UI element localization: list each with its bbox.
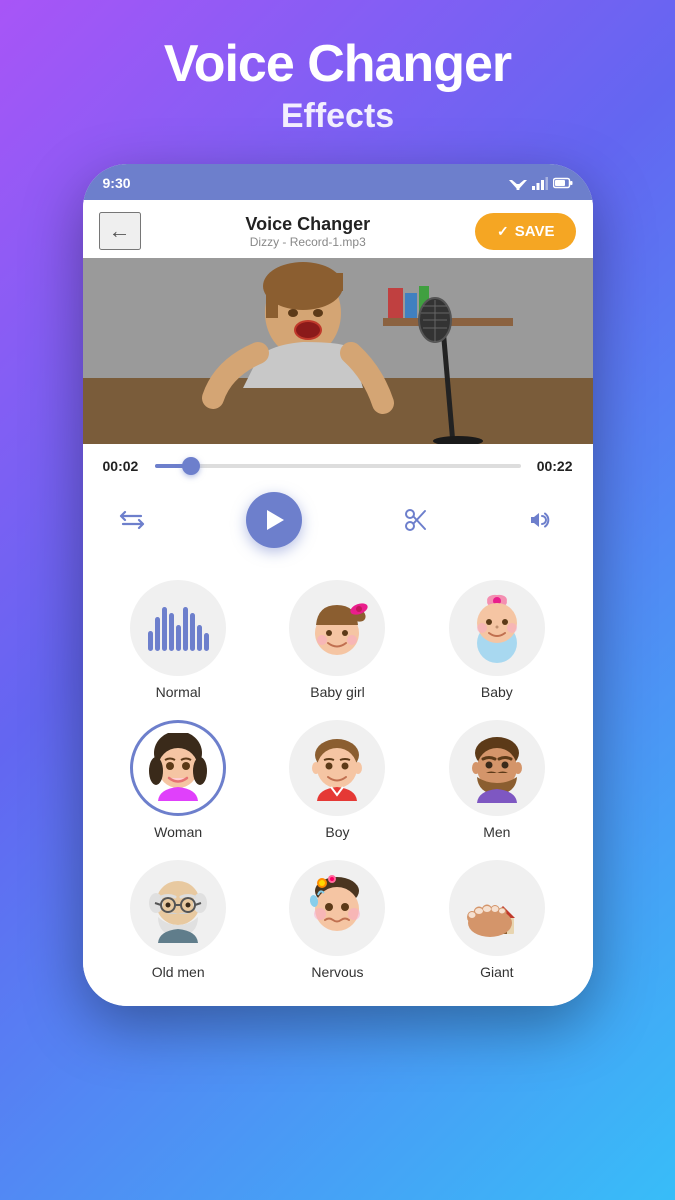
effect-nervous[interactable]: Nervous bbox=[258, 850, 417, 990]
battery-icon bbox=[553, 177, 573, 189]
effect-boy[interactable]: Boy bbox=[258, 710, 417, 850]
effect-giant[interactable]: Giant bbox=[417, 850, 576, 990]
normal-icon-wrap bbox=[130, 580, 226, 676]
status-icons bbox=[509, 176, 573, 190]
save-label: SAVE bbox=[515, 223, 555, 240]
save-button[interactable]: ✓ SAVE bbox=[475, 213, 576, 250]
back-button[interactable]: ← bbox=[99, 212, 141, 250]
men-icon-wrap bbox=[449, 720, 545, 816]
controls-row bbox=[83, 482, 593, 562]
check-icon: ✓ bbox=[497, 223, 509, 240]
app-header: ← Voice Changer Dizzy - Record-1.mp3 ✓ S… bbox=[83, 200, 593, 258]
signal-icon bbox=[532, 176, 548, 190]
effect-baby[interactable]: Baby bbox=[417, 570, 576, 710]
header-center: Voice Changer Dizzy - Record-1.mp3 bbox=[245, 214, 370, 249]
hero-title: Voice Changer bbox=[164, 36, 511, 93]
wifi-icon bbox=[509, 176, 527, 190]
effects-grid: Normal bbox=[83, 562, 593, 1006]
effect-men[interactable]: Men bbox=[417, 710, 576, 850]
effect-woman[interactable]: Woman bbox=[99, 710, 258, 850]
volume-button[interactable] bbox=[530, 509, 556, 531]
normal-waveform bbox=[148, 601, 209, 655]
app-title: Voice Changer bbox=[245, 214, 370, 235]
woman-label: Woman bbox=[154, 824, 202, 840]
effect-baby-girl[interactable]: Baby girl bbox=[258, 570, 417, 710]
repeat-icon bbox=[119, 509, 145, 531]
baby-girl-svg bbox=[302, 593, 372, 663]
phone-frame: 9:30 ← Voice Changer bbox=[83, 164, 593, 1006]
baby-icon-wrap bbox=[449, 580, 545, 676]
play-icon bbox=[267, 510, 284, 530]
scissors-icon bbox=[403, 507, 429, 533]
woman-svg bbox=[143, 733, 213, 803]
men-svg bbox=[462, 733, 532, 803]
effect-old-men[interactable]: Old men bbox=[99, 850, 258, 990]
time-current: 00:02 bbox=[103, 458, 145, 474]
normal-label: Normal bbox=[156, 684, 201, 700]
play-button[interactable] bbox=[246, 492, 302, 548]
nervous-icon-wrap bbox=[289, 860, 385, 956]
men-label: Men bbox=[483, 824, 510, 840]
old-men-svg bbox=[143, 873, 213, 943]
baby-svg bbox=[462, 593, 532, 663]
boy-icon-wrap bbox=[289, 720, 385, 816]
person-illustration bbox=[83, 258, 593, 444]
nervous-label: Nervous bbox=[311, 964, 363, 980]
progress-bar[interactable] bbox=[155, 464, 521, 468]
repeat-button[interactable] bbox=[119, 509, 145, 531]
effect-normal[interactable]: Normal bbox=[99, 570, 258, 710]
woman-icon-wrap bbox=[130, 720, 226, 816]
time-total: 00:22 bbox=[531, 458, 573, 474]
progress-thumb bbox=[182, 457, 200, 475]
boy-svg bbox=[302, 733, 372, 803]
nervous-svg bbox=[302, 873, 372, 943]
status-time: 9:30 bbox=[103, 175, 131, 191]
status-bar: 9:30 bbox=[83, 164, 593, 200]
progress-row: 00:02 00:22 bbox=[103, 458, 573, 474]
old-men-label: Old men bbox=[152, 964, 205, 980]
giant-icon-wrap bbox=[449, 860, 545, 956]
boy-label: Boy bbox=[325, 824, 349, 840]
baby-label: Baby bbox=[481, 684, 513, 700]
hero-subtitle: Effects bbox=[281, 97, 394, 136]
progress-section: 00:02 00:22 bbox=[83, 444, 593, 482]
volume-icon bbox=[530, 509, 556, 531]
baby-girl-icon-wrap bbox=[289, 580, 385, 676]
giant-label: Giant bbox=[480, 964, 513, 980]
file-name: Dizzy - Record-1.mp3 bbox=[245, 235, 370, 249]
giant-svg bbox=[462, 873, 532, 943]
cut-button[interactable] bbox=[403, 507, 429, 533]
baby-girl-label: Baby girl bbox=[310, 684, 364, 700]
old-men-icon-wrap bbox=[130, 860, 226, 956]
media-thumbnail bbox=[83, 258, 593, 444]
